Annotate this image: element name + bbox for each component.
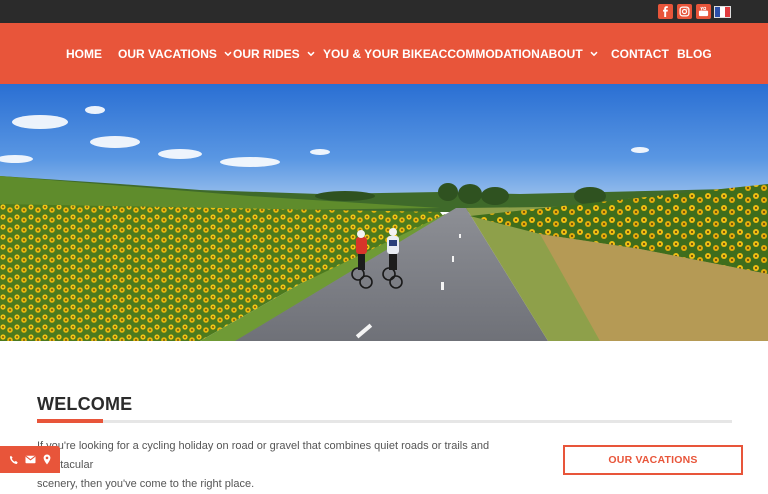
nav-our-vacations-label: OUR VACATIONS <box>118 46 217 61</box>
nav-blog[interactable]: BLOG <box>677 23 712 84</box>
welcome-section: WELCOME If you're looking for a cycling … <box>0 341 768 490</box>
map-pin-icon[interactable] <box>43 454 51 465</box>
envelope-icon[interactable] <box>25 455 37 464</box>
nav-blog-label: BLOG <box>677 46 712 61</box>
nav-home[interactable]: HOME <box>66 23 102 84</box>
nav-about[interactable]: ABOUT <box>540 23 598 84</box>
nav-you-and-your-bike-label: YOU & YOUR BIKE <box>323 46 431 61</box>
nav-our-rides[interactable]: OUR RIDES <box>233 23 315 84</box>
french-flag-icon[interactable] <box>714 6 731 18</box>
hero-image <box>0 84 768 341</box>
welcome-heading: WELCOME <box>37 394 133 414</box>
phone-icon[interactable] <box>9 455 19 465</box>
chevron-down-icon <box>307 51 315 57</box>
instagram-icon[interactable] <box>677 4 692 19</box>
nav-our-vacations[interactable]: OUR VACATIONS <box>118 23 232 84</box>
nav-accommodation-label: ACCOMMODATION <box>430 46 540 61</box>
chevron-down-icon <box>590 51 598 57</box>
welcome-paragraph-line-1: If you're looking for a cycling holiday … <box>37 440 490 471</box>
nav-our-rides-label: OUR RIDES <box>233 46 300 61</box>
nav-contact-label: CONTACT <box>611 46 669 61</box>
youtube-icon[interactable] <box>696 4 711 19</box>
facebook-icon[interactable] <box>658 4 673 19</box>
heading-underline <box>37 420 732 423</box>
nav-about-label: ABOUT <box>540 46 583 61</box>
top-bar <box>0 0 768 23</box>
nav-home-label: HOME <box>66 46 102 61</box>
our-vacations-button[interactable]: OUR VACATIONS <box>563 445 743 475</box>
welcome-paragraph: If you're looking for a cycling holiday … <box>37 437 537 494</box>
main-navigation: HOME OUR VACATIONS OUR RIDES YOU & YOUR … <box>0 23 768 84</box>
welcome-paragraph-line-2: scenery, then you've come to the right p… <box>37 478 255 490</box>
nav-contact[interactable]: CONTACT <box>611 23 669 84</box>
chevron-down-icon <box>224 51 232 57</box>
heading-accent-bar <box>37 419 103 423</box>
nav-accommodation[interactable]: ACCOMMODATION <box>430 23 540 84</box>
nav-you-and-your-bike[interactable]: YOU & YOUR BIKE <box>323 23 431 84</box>
floating-contact-tab <box>0 446 60 473</box>
